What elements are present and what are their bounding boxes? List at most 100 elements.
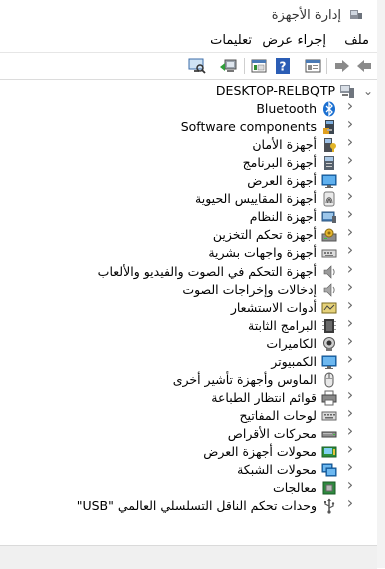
mouse-icon: [324, 372, 334, 388]
chevron-right-icon[interactable]: ›: [345, 386, 355, 402]
tree-item[interactable]: › أجهزة البرنامج: [0, 152, 377, 172]
tree-item-label: إدخالات وإخراجات الصوت: [182, 281, 317, 297]
tree-item-label: أجهزة العرض: [247, 173, 317, 189]
chevron-right-icon[interactable]: ›: [345, 242, 355, 258]
chevron-right-icon[interactable]: ›: [345, 404, 355, 420]
display-adapter-icon: [321, 446, 337, 458]
tree-item[interactable]: › الكمبيوتر: [0, 350, 377, 371]
tree-item-label: قوائم انتظار الطباعة: [211, 389, 317, 405]
chevron-right-icon[interactable]: ›: [345, 152, 355, 168]
chevron-right-icon[interactable]: ›: [345, 116, 355, 132]
system-device-icon: [321, 211, 336, 224]
chevron-right-icon[interactable]: ›: [345, 459, 355, 475]
update-driver-icon[interactable]: [220, 57, 238, 75]
tree-item-label: البرامج الثابتة: [248, 317, 317, 333]
tree-item[interactable]: › قوائم انتظار الطباعة: [0, 386, 377, 407]
processor-icon: [322, 481, 336, 495]
toolbar-separator: [244, 58, 245, 74]
chevron-right-icon[interactable]: ›: [345, 188, 355, 204]
chevron-right-icon[interactable]: ›: [345, 296, 355, 312]
tree-item-label: أجهزة الأمان: [252, 137, 317, 153]
window-title: إدارة الأجهزة: [271, 8, 341, 23]
tree-item[interactable]: › أجهزة المقاييس الحيوية: [0, 188, 377, 208]
tree-item[interactable]: › الكاميرات: [0, 332, 377, 353]
toolbar: ?: [0, 52, 377, 80]
tree-item[interactable]: › أدوات الاستشعار: [0, 296, 377, 317]
tree-item[interactable]: › أجهزة واجهات بشرية: [0, 242, 377, 262]
tree-item[interactable]: › أجهزة التحكم في الصوت والفيديو والألعاب: [0, 260, 377, 281]
tree-item[interactable]: › أجهزة تحكم التخزين: [0, 224, 377, 244]
status-bar: [0, 545, 377, 569]
usb-icon: [324, 498, 335, 514]
tree-item[interactable]: › لوحات المفاتيح: [0, 404, 377, 425]
chevron-right-icon[interactable]: ›: [345, 278, 355, 294]
forward-arrow-icon[interactable]: [333, 57, 351, 75]
software-components-icon: [323, 120, 334, 135]
software-device-icon: [324, 156, 334, 171]
tree-item-label: محركات الأقراص: [227, 425, 317, 441]
tree-item-label: الكمبيوتر: [271, 353, 317, 369]
chevron-right-icon[interactable]: ›: [345, 170, 355, 186]
audio-io-icon: [323, 282, 335, 297]
tree-item[interactable]: › Software components: [0, 116, 377, 136]
chevron-right-icon[interactable]: ›: [345, 206, 355, 222]
menu-view[interactable]: عرض: [262, 33, 293, 48]
tree-item-label: أجهزة البرنامج: [242, 155, 317, 171]
biometric-icon: [323, 191, 335, 207]
menu-help[interactable]: تعليمات: [210, 33, 252, 48]
chevron-right-icon[interactable]: ›: [345, 422, 355, 438]
bluetooth-icon: [323, 101, 335, 117]
scan-hardware-icon[interactable]: [188, 57, 206, 75]
tree-item-label: الماوس وأجهزة تأشير أخرى: [172, 371, 317, 387]
chevron-right-icon[interactable]: ›: [345, 477, 355, 493]
display-icon: [321, 174, 337, 189]
menu-bar: ملف إجراء عرض تعليمات: [0, 30, 377, 52]
menu-file[interactable]: ملف: [344, 33, 369, 48]
tree-item-label: أجهزة واجهات بشرية: [208, 245, 317, 261]
tree-item-label: أجهزة المقاييس الحيوية: [195, 191, 317, 207]
chevron-right-icon[interactable]: ›: [345, 98, 355, 114]
tree-item[interactable]: › البرامج الثابتة: [0, 314, 377, 335]
chevron-right-icon[interactable]: ›: [345, 350, 355, 366]
tree-item-label: أدوات الاستشعار: [230, 299, 317, 315]
chevron-right-icon[interactable]: ›: [345, 314, 355, 330]
tree-item[interactable]: › محركات الأقراص: [0, 422, 377, 443]
back-arrow-icon[interactable]: [355, 57, 373, 75]
tree-item[interactable]: › معالجات: [0, 477, 377, 497]
chevron-right-icon[interactable]: ›: [345, 495, 355, 511]
chevron-right-icon[interactable]: ›: [345, 441, 355, 457]
menu-action[interactable]: إجراء: [297, 33, 326, 48]
tree-item[interactable]: › إدخالات وإخراجات الصوت: [0, 278, 377, 299]
sensor-icon: [321, 302, 337, 314]
tree-root[interactable]: ⌄ DESKTOP-RELBQTP: [0, 82, 377, 100]
tree-item[interactable]: › وحدات تحكم الناقل التسلسلي العالمي "USB…: [0, 495, 377, 515]
device-tree: ⌄ DESKTOP-RELBQTP › Bluetooth › Software comp…: [0, 80, 377, 542]
tree-item-label: محولات الشبكة: [237, 462, 317, 478]
tree-item[interactable]: › الماوس وأجهزة تأشير أخرى: [0, 368, 377, 389]
tree-item[interactable]: › محولات أجهزة العرض: [0, 441, 377, 461]
tree-item-label: Bluetooth: [256, 101, 317, 117]
chevron-right-icon[interactable]: ›: [345, 332, 355, 348]
chevron-right-icon[interactable]: ›: [345, 134, 355, 150]
help-icon[interactable]: ?: [274, 57, 292, 75]
tree-item-label: Software components: [180, 119, 317, 135]
camera-icon: [323, 336, 335, 351]
properties-icon[interactable]: [304, 57, 322, 75]
chevron-right-icon[interactable]: ›: [345, 260, 355, 276]
keyboard-icon: [321, 411, 337, 421]
storage-controller-icon: [321, 228, 337, 242]
tree-item[interactable]: › أجهزة العرض: [0, 170, 377, 190]
chevron-right-icon[interactable]: ›: [345, 368, 355, 384]
tree-item[interactable]: › Bluetooth: [0, 98, 377, 118]
sound-icon: [323, 264, 335, 279]
chevron-right-icon[interactable]: ›: [345, 224, 355, 240]
tree-item[interactable]: › أجهزة الأمان: [0, 134, 377, 154]
svg-text:?: ?: [280, 60, 287, 74]
disk-drive-icon: [321, 431, 337, 438]
tree-item[interactable]: › محولات الشبكة: [0, 459, 377, 479]
tree-item-label: وحدات تحكم الناقل التسلسلي العالمي "USB": [76, 498, 317, 514]
show-hidden-icon[interactable]: [250, 57, 268, 75]
chevron-down-icon[interactable]: ⌄: [363, 85, 373, 97]
tree-item[interactable]: › أجهزة النظام: [0, 206, 377, 226]
tree-item-label: محولات أجهزة العرض: [203, 444, 317, 459]
